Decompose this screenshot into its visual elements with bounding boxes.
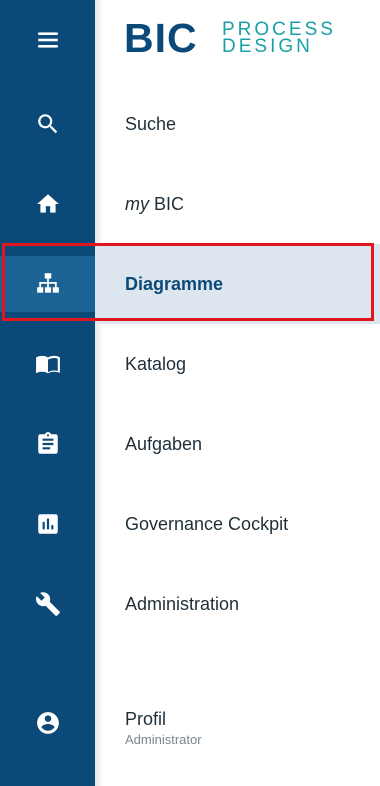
hamburger-menu-icon — [37, 32, 58, 48]
clipboard-icon — [37, 432, 58, 454]
rail-catalog-button[interactable] — [0, 336, 95, 392]
nav-label-diagrams: Diagramme — [125, 274, 224, 294]
nav-label-governance: Governance Cockpit — [125, 514, 289, 534]
nav-item-search[interactable]: Suche — [95, 84, 380, 164]
nav-label-mybic-prefix: my — [125, 194, 149, 214]
nav-label-administration: Administration — [125, 594, 240, 614]
nav-item-diagrams[interactable]: Diagramme — [95, 244, 380, 324]
menu-toggle-button[interactable] — [0, 12, 95, 68]
nav-label-search: Suche — [125, 114, 177, 134]
wrench-icon — [35, 592, 60, 616]
rail-profile-button[interactable] — [0, 695, 95, 751]
nav-item-governance[interactable]: Governance Cockpit — [95, 484, 380, 564]
nav-item-profile[interactable]: Profil Administrator — [95, 688, 380, 768]
rail-tasks-button[interactable] — [0, 416, 95, 472]
logo-line-2: DESIGN — [222, 36, 313, 57]
nav-item-mybic[interactable]: my BIC — [95, 164, 380, 244]
nav-item-administration[interactable]: Administration — [95, 564, 380, 644]
nav-label-profile: Profil — [125, 709, 167, 729]
rail-governance-button[interactable] — [0, 496, 95, 552]
rail-diagrams-button[interactable] — [0, 256, 95, 312]
nav-label-mybic-text: BIC — [149, 194, 185, 214]
rail-search-button[interactable] — [0, 96, 95, 152]
account-circle-icon — [36, 712, 59, 734]
home-icon — [36, 194, 59, 213]
nav-label-tasks: Aufgaben — [125, 434, 203, 454]
rail-administration-button[interactable] — [0, 576, 95, 632]
book-open-icon — [35, 355, 60, 374]
search-icon — [37, 114, 57, 134]
logo-wordmark: BIC — [124, 15, 198, 61]
profile-role: Administrator — [125, 732, 202, 747]
nav-label-mybic: my BIC — [125, 193, 380, 215]
bar-chart-icon — [37, 514, 58, 534]
bic-process-design-logo: BIC PROCESS DESIGN — [124, 16, 364, 60]
sitemap-diagram-icon — [36, 273, 59, 293]
nav-item-catalog[interactable]: Katalog — [95, 324, 380, 404]
nav-item-tasks[interactable]: Aufgaben — [95, 404, 380, 484]
nav-label-catalog: Katalog — [125, 354, 187, 374]
rail-home-button[interactable] — [0, 176, 95, 232]
